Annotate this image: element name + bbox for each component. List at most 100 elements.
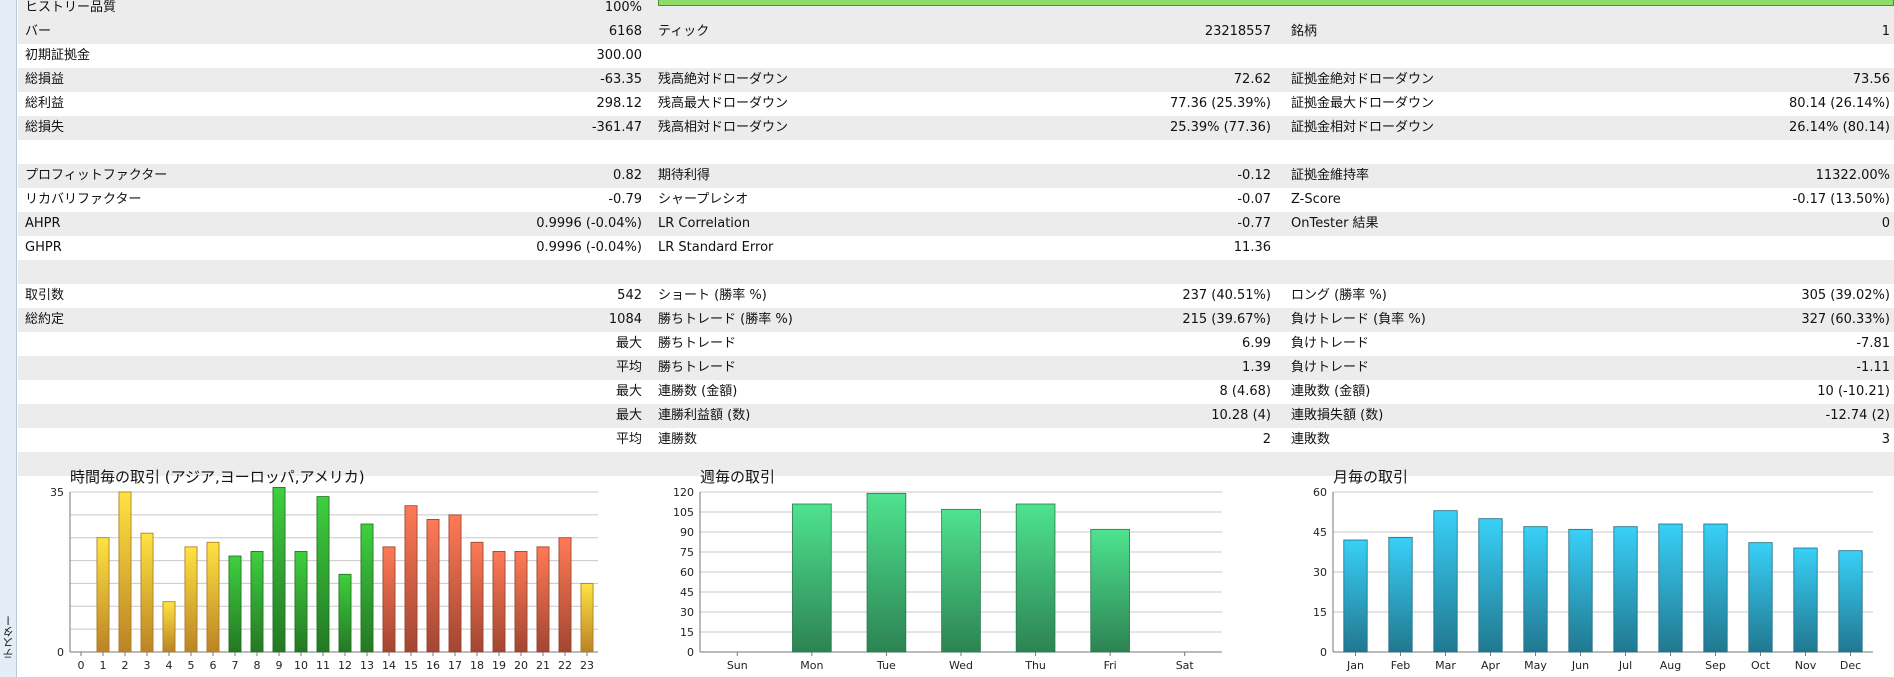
y-tick-label: 30: [680, 606, 694, 619]
bar-Apr[interactable]: [1478, 518, 1503, 653]
bar-Mar[interactable]: [1433, 510, 1458, 653]
y-tick-label: 105: [673, 506, 694, 519]
x-tick-label: 2: [122, 659, 129, 672]
chart-title: 時間毎の取引 (アジア,ヨーロッパ,アメリカ): [70, 468, 365, 486]
bar-3[interactable]: [140, 532, 154, 653]
x-tick-label: 22: [558, 659, 572, 672]
x-tick-label: 15: [404, 659, 418, 672]
bar-19[interactable]: [492, 551, 506, 653]
chart-0: 時間毎の取引 (アジア,ヨーロッパ,アメリカ)0350 1 2 3 4 5 6 7 8 9 10 11…: [50, 468, 598, 672]
bar-Dec[interactable]: [1838, 550, 1863, 653]
bar-Aug[interactable]: [1658, 523, 1683, 653]
x-tick-label: 18: [470, 659, 484, 672]
bar-8[interactable]: [250, 551, 264, 653]
x-tick-label: 6: [210, 659, 217, 672]
x-tick-label: 13: [360, 659, 374, 672]
bar-Jul[interactable]: [1613, 526, 1638, 653]
x-tick-label: Tue: [876, 659, 896, 672]
chart-title: 週毎の取引: [700, 468, 775, 486]
y-tick-label: 0: [687, 646, 694, 659]
bar-Jan[interactable]: [1343, 539, 1368, 653]
bar-17[interactable]: [448, 514, 462, 653]
bar-Jun[interactable]: [1568, 528, 1593, 653]
x-tick-label: 23: [580, 659, 594, 672]
x-tick-label: 20: [514, 659, 528, 672]
bar-20[interactable]: [514, 551, 528, 653]
x-tick-label: Dec: [1840, 659, 1861, 672]
x-tick-label: 3: [144, 659, 151, 672]
x-tick-label: 19: [492, 659, 506, 672]
bar-15[interactable]: [404, 505, 418, 653]
x-tick-label: Apr: [1481, 659, 1501, 672]
bar-Oct[interactable]: [1748, 542, 1773, 653]
y-tick-label: 60: [1313, 486, 1327, 499]
y-tick-label: 35: [50, 486, 64, 499]
bar-16[interactable]: [426, 519, 440, 653]
x-tick-label: Sep: [1705, 659, 1726, 672]
bar-14[interactable]: [382, 546, 396, 653]
bar-5[interactable]: [184, 546, 198, 653]
bar-22[interactable]: [558, 537, 572, 653]
bar-23[interactable]: [580, 583, 594, 653]
y-tick-label: 30: [1313, 566, 1327, 579]
x-tick-label: Aug: [1660, 659, 1681, 672]
x-tick-label: May: [1524, 659, 1547, 672]
bar-Nov[interactable]: [1793, 547, 1818, 653]
bar-13[interactable]: [360, 523, 374, 653]
x-tick-label: 0: [78, 659, 85, 672]
bar-Wed[interactable]: [941, 508, 981, 653]
bar-1[interactable]: [96, 537, 110, 653]
bar-Tue[interactable]: [866, 492, 907, 653]
bar-Mon[interactable]: [792, 503, 832, 653]
x-tick-label: Nov: [1795, 659, 1817, 672]
bar-12[interactable]: [338, 573, 352, 653]
bar-6[interactable]: [206, 541, 220, 653]
bar-Thu[interactable]: [1015, 503, 1056, 653]
bar-18[interactable]: [470, 541, 484, 653]
bar-May[interactable]: [1523, 526, 1548, 653]
x-tick-label: 11: [316, 659, 330, 672]
x-tick-label: 1: [100, 659, 107, 672]
y-tick-label: 120: [673, 486, 694, 499]
x-tick-label: Jul: [1618, 659, 1632, 672]
bar-Sep[interactable]: [1703, 523, 1728, 653]
chart-2: 月毎の取引 0 15 30 45 60 Jan Feb Mar Apr May Jun Jul Aug Se…: [1313, 468, 1873, 672]
y-tick-label: 15: [680, 626, 694, 639]
bar-Fri[interactable]: [1090, 528, 1130, 653]
y-tick-label: 90: [680, 526, 694, 539]
bar-11[interactable]: [316, 496, 330, 653]
y-tick-label: 45: [680, 586, 694, 599]
y-tick-label: 45: [1313, 526, 1327, 539]
x-tick-label: 16: [426, 659, 440, 672]
x-tick-label: Oct: [1751, 659, 1771, 672]
x-tick-label: Jun: [1571, 659, 1589, 672]
bar-2[interactable]: [118, 491, 132, 653]
x-tick-label: 9: [276, 659, 283, 672]
bar-21[interactable]: [536, 546, 550, 653]
x-tick-label: Mon: [800, 659, 823, 672]
x-tick-label: Wed: [949, 659, 973, 672]
x-tick-label: Sat: [1176, 659, 1195, 672]
x-tick-label: Feb: [1391, 659, 1410, 672]
x-tick-label: Jan: [1346, 659, 1364, 672]
y-tick-label: 0: [1320, 646, 1327, 659]
x-tick-label: 5: [188, 659, 195, 672]
bar-Feb[interactable]: [1388, 536, 1413, 653]
x-tick-label: Thu: [1024, 659, 1046, 672]
x-tick-label: 14: [382, 659, 396, 672]
x-tick-label: 10: [294, 659, 308, 672]
x-tick-label: Mar: [1435, 659, 1456, 672]
bar-9[interactable]: [272, 487, 286, 653]
y-tick-label: 75: [680, 546, 694, 559]
x-tick-label: 21: [536, 659, 550, 672]
x-tick-label: 17: [448, 659, 462, 672]
bar-4[interactable]: [162, 601, 176, 653]
y-tick-label: 0: [57, 646, 64, 659]
x-tick-label: 7: [232, 659, 239, 672]
x-tick-label: 4: [166, 659, 173, 672]
x-tick-label: 8: [254, 659, 261, 672]
x-tick-label: Fri: [1104, 659, 1117, 672]
x-tick-label: 12: [338, 659, 352, 672]
bar-10[interactable]: [294, 551, 308, 653]
bar-7[interactable]: [228, 555, 242, 653]
